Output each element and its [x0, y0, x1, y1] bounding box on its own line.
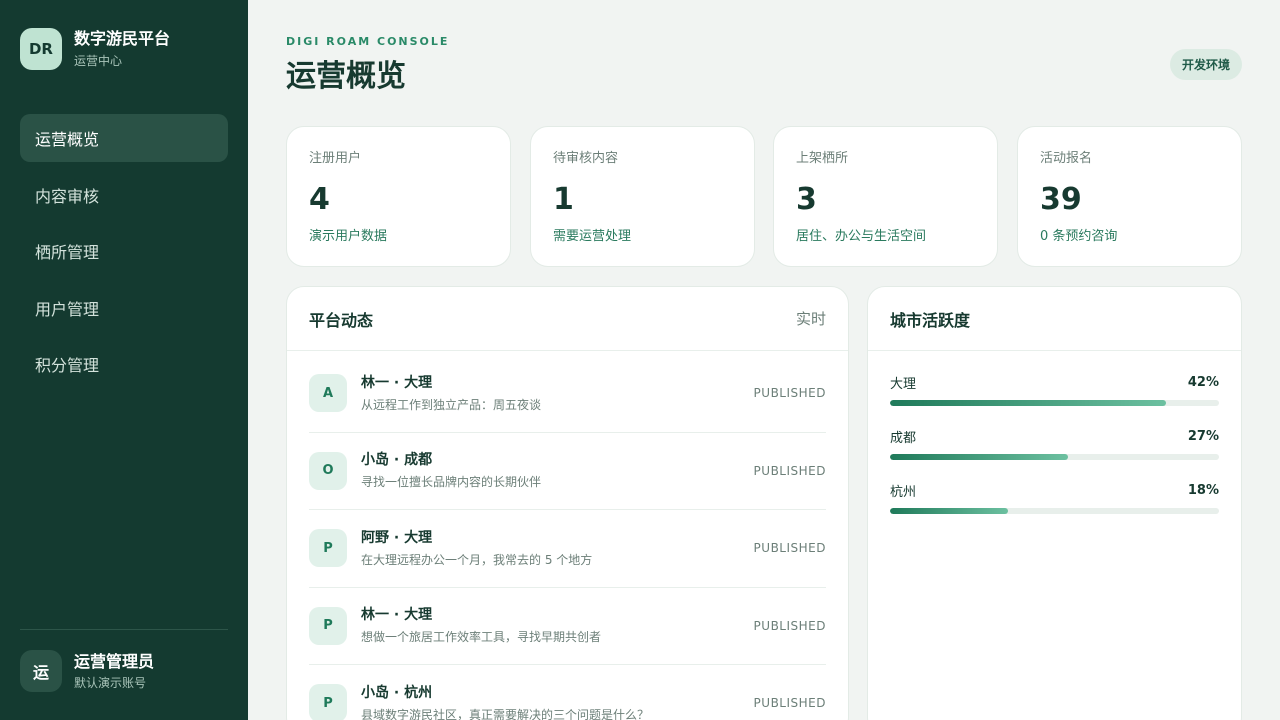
- list-item-title: 阿野 · 大理: [361, 529, 433, 546]
- sidebar-nav: 运营概览 内容审核 栖所管理 用户管理 积分管理: [20, 114, 228, 397]
- stat-label: 注册用户: [309, 151, 362, 166]
- avatar: A: [309, 374, 347, 413]
- list-item-desc: 想做一个旅居工作效率工具，寻找早期共创者: [361, 630, 602, 645]
- city-percent: 18%: [1187, 482, 1219, 498]
- list-item[interactable]: A 林一 · 大理 从远程工作到独立产品：周五夜谈 PUBLISHED: [309, 355, 826, 433]
- list-item-desc: 从远程工作到独立产品：周五夜谈: [361, 397, 542, 412]
- stat-card-pending-review: 待审核内容 1 需要运营处理: [530, 126, 755, 267]
- user-name: 运营管理员: [74, 651, 155, 671]
- avatar: P: [309, 684, 347, 720]
- stat-card-listed-lodging: 上架栖所 3 居住、办公与生活空间: [773, 126, 998, 267]
- city-row-labels: 杭州 18%: [890, 480, 1219, 500]
- env-badge: 开发环境: [1170, 49, 1242, 80]
- sidebar-item-content-review[interactable]: 内容审核: [20, 171, 228, 219]
- stat-label: 上架栖所: [796, 151, 849, 166]
- card-title: 平台动态: [309, 310, 374, 330]
- city-name: 杭州: [890, 484, 917, 500]
- status-badge: PUBLISHED: [753, 386, 826, 401]
- realtime-label: 实时: [795, 310, 826, 328]
- progress-track: [890, 400, 1219, 406]
- city-row: 成都 27%: [890, 426, 1219, 460]
- list-item-desc: 寻找一位擅长品牌内容的长期伙伴: [361, 475, 542, 490]
- sidebar-item-label: 用户管理: [35, 299, 100, 319]
- list-item[interactable]: P 阿野 · 大理 在大理远程办公一个月，我常去的 5 个地方 PUBLISHE…: [309, 510, 826, 588]
- avatar: P: [309, 529, 347, 568]
- sidebar-item-users[interactable]: 用户管理: [20, 284, 228, 332]
- page-eyebrow: DIGI ROAM CONSOLE: [286, 35, 450, 48]
- list-item-body: 小岛 · 成都 寻找一位擅长品牌内容的长期伙伴: [361, 450, 754, 491]
- list-item-title: 小岛 · 成都: [361, 452, 433, 469]
- page-title: 运营概览: [286, 59, 406, 94]
- avatar: O: [309, 451, 347, 490]
- city-activity-list: 大理 42% 成都 27% 杭州 18%: [868, 372, 1241, 514]
- sidebar-item-label: 栖所管理: [35, 243, 100, 262]
- stat-label: 待审核内容: [553, 151, 619, 166]
- city-percent: 27%: [1187, 428, 1219, 444]
- progress-fill: [890, 400, 1167, 406]
- progress-track: [890, 454, 1219, 460]
- sidebar-item-lodging[interactable]: 栖所管理: [20, 227, 228, 275]
- city-row: 大理 42%: [890, 372, 1219, 406]
- progress-track: [890, 508, 1219, 514]
- stat-note: 0 条预约咨询: [1040, 229, 1118, 244]
- brand-name: 数字游民平台: [74, 29, 171, 48]
- status-badge: PUBLISHED: [753, 618, 826, 633]
- stat-value: 4: [309, 182, 330, 217]
- brand: DR 数字游民平台 运营中心: [20, 28, 170, 70]
- city-row-labels: 大理 42%: [890, 372, 1219, 392]
- city-percent: 42%: [1187, 374, 1219, 390]
- sidebar-item-overview[interactable]: 运营概览: [20, 114, 228, 162]
- list-item[interactable]: O 小岛 · 成都 寻找一位擅长品牌内容的长期伙伴 PUBLISHED: [309, 433, 826, 510]
- city-name: 成都: [890, 430, 917, 446]
- status-badge: PUBLISHED: [753, 696, 826, 711]
- list-item-title: 小岛 · 杭州: [361, 684, 433, 701]
- list-item-desc: 县域数字游民社区，真正需要解决的三个问题是什么？: [361, 707, 650, 720]
- list-item-desc: 在大理远程办公一个月，我常去的 5 个地方: [361, 552, 593, 567]
- list-item-title: 林一 · 大理: [361, 607, 433, 624]
- brand-text: 数字游民平台 运营中心: [74, 28, 170, 70]
- stat-value: 3: [796, 182, 817, 217]
- stat-note: 演示用户数据: [309, 229, 388, 244]
- stat-card-registered-users: 注册用户 4 演示用户数据: [286, 126, 511, 267]
- stat-note: 需要运营处理: [553, 229, 632, 244]
- progress-fill: [890, 454, 1068, 460]
- list-item-body: 阿野 · 大理 在大理远程办公一个月，我常去的 5 个地方: [361, 528, 754, 569]
- stat-value: 1: [553, 182, 574, 217]
- progress-fill: [890, 508, 1009, 514]
- card-header: 城市活跃度: [868, 287, 1241, 351]
- sidebar-divider: [20, 629, 228, 630]
- avatar: P: [309, 606, 347, 645]
- sidebar-item-label: 运营概览: [35, 130, 100, 149]
- list-item[interactable]: P 小岛 · 杭州 县域数字游民社区，真正需要解决的三个问题是什么？ PUBLI…: [309, 665, 826, 720]
- city-name: 大理: [890, 376, 917, 392]
- user-subtitle: 默认演示账号: [74, 675, 147, 690]
- sidebar-item-points[interactable]: 积分管理: [20, 340, 228, 388]
- sidebar: DR 数字游民平台 运营中心 运营概览 内容审核 栖所管理 用户管理 积分管理 …: [0, 0, 248, 720]
- card-title: 城市活跃度: [890, 310, 971, 330]
- brand-subtitle: 运营中心: [74, 54, 123, 68]
- sidebar-item-label: 积分管理: [35, 356, 100, 375]
- user-text: 运营管理员 默认演示账号: [74, 651, 154, 692]
- activity-feed: A 林一 · 大理 从远程工作到独立产品：周五夜谈 PUBLISHED O 小岛…: [287, 355, 848, 720]
- brand-logo: DR: [20, 28, 62, 70]
- status-badge: PUBLISHED: [753, 463, 826, 478]
- city-row-labels: 成都 27%: [890, 426, 1219, 446]
- stat-value: 39: [1040, 182, 1082, 217]
- list-item[interactable]: P 林一 · 大理 想做一个旅居工作效率工具，寻找早期共创者 PUBLISHED: [309, 588, 826, 665]
- avatar: 运: [20, 650, 62, 692]
- list-item-body: 小岛 · 杭州 县域数字游民社区，真正需要解决的三个问题是什么？: [361, 683, 754, 720]
- sidebar-item-label: 内容审核: [35, 186, 100, 206]
- list-item-body: 林一 · 大理 想做一个旅居工作效率工具，寻找早期共创者: [361, 605, 754, 646]
- card-header: 平台动态 实时: [287, 287, 848, 351]
- platform-activity-card: 平台动态 实时 A 林一 · 大理 从远程工作到独立产品：周五夜谈 PUBLIS…: [286, 286, 849, 720]
- current-user[interactable]: 运 运营管理员 默认演示账号: [20, 650, 154, 692]
- list-item-title: 林一 · 大理: [361, 374, 433, 391]
- stat-card-event-signups: 活动报名 39 0 条预约咨询: [1017, 126, 1242, 267]
- city-row: 杭州 18%: [890, 480, 1219, 514]
- city-activity-card: 城市活跃度 大理 42% 成都 27% 杭州 18%: [867, 286, 1242, 720]
- stat-label: 活动报名: [1040, 151, 1093, 166]
- stat-note: 居住、办公与生活空间: [796, 229, 927, 244]
- list-item-body: 林一 · 大理 从远程工作到独立产品：周五夜谈: [361, 373, 754, 414]
- status-badge: PUBLISHED: [753, 541, 826, 556]
